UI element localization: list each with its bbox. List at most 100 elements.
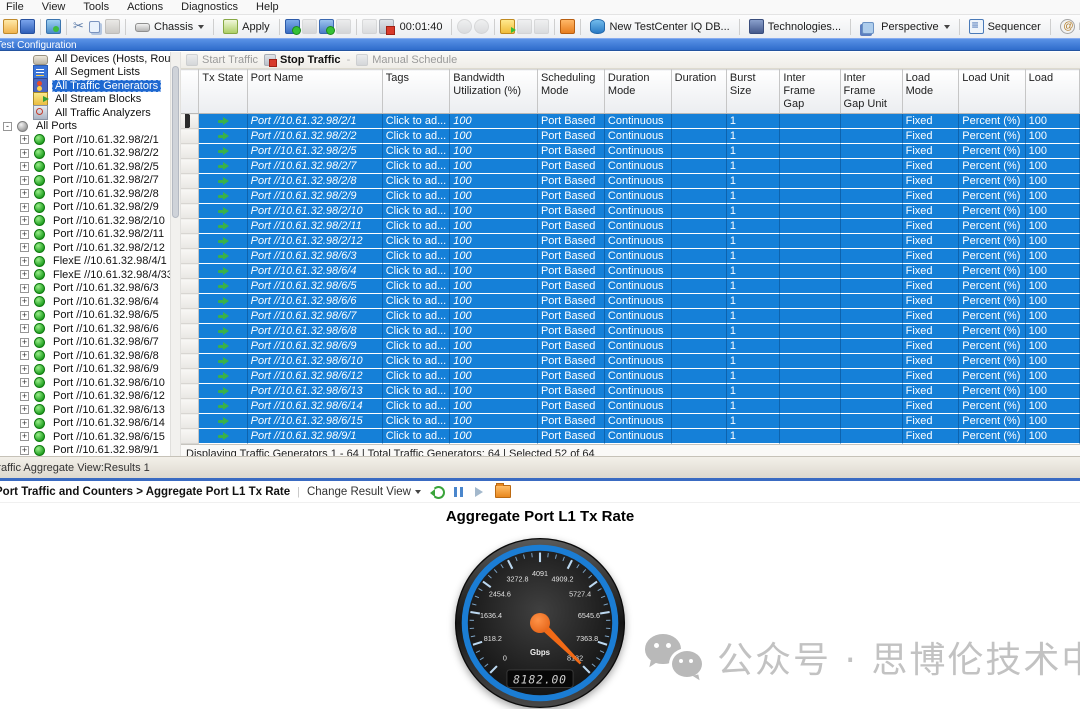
row-header-cell[interactable] [181,219,199,234]
duration-cell[interactable] [671,279,726,294]
load-mode-cell[interactable]: Fixed [902,309,959,324]
inter-frame-gap-cell[interactable] [780,369,840,384]
duration-cell[interactable] [671,414,726,429]
tags-cell[interactable]: Click to ad... [382,369,450,384]
load-mode-cell[interactable]: Fixed [902,339,959,354]
port-name-cell[interactable]: Port //10.61.32.98/6/5 [247,279,382,294]
inter-frame-gap-unit-cell[interactable] [840,159,902,174]
scheduling-mode-cell[interactable]: Port Based [537,219,604,234]
row-header-cell[interactable] [181,129,199,144]
tree-item[interactable]: +Port //10.61.32.98/6/10 [0,376,170,390]
plus-expander-icon[interactable]: + [20,432,29,441]
inter-frame-gap-unit-cell[interactable] [840,339,902,354]
inter-frame-gap-cell[interactable] [780,324,840,339]
minus-expander-icon[interactable]: - [3,122,12,131]
inter-frame-gap-unit-cell[interactable] [840,279,902,294]
menu-help[interactable]: Help [247,1,288,13]
bandwidth-utilization-cell[interactable]: 100 [450,399,538,414]
duration-cell[interactable] [671,144,726,159]
plus-expander-icon[interactable]: + [20,324,29,333]
scheduling-mode-cell[interactable]: Port Based [537,264,604,279]
plus-expander-icon[interactable]: + [20,311,29,320]
load-cell[interactable]: 100 [1025,279,1079,294]
row-header-cell[interactable] [181,114,199,129]
load-cell[interactable]: 100 [1025,189,1079,204]
load-unit-cell[interactable]: Percent (%) [959,204,1025,219]
bandwidth-utilization-cell[interactable]: 100 [450,264,538,279]
bandwidth-utilization-cell[interactable]: 100 [450,309,538,324]
load-cell[interactable]: 100 [1025,369,1079,384]
duration-cell[interactable] [671,219,726,234]
inter-frame-gap-cell[interactable] [780,279,840,294]
column-header[interactable]: Inter Frame Gap Unit [840,70,902,114]
duration-mode-cell[interactable]: Continuous [604,159,671,174]
table-row[interactable]: Port //10.61.32.98/6/7Click to ad...100P… [181,309,1080,324]
column-header[interactable]: Port Name [247,70,382,114]
tree-item[interactable]: +FlexE //10.61.32.98/4/33 [0,268,170,282]
menu-view[interactable]: View [33,1,75,13]
plus-expander-icon[interactable]: + [20,162,29,171]
row-header-cell[interactable] [181,309,199,324]
inter-frame-gap-unit-cell[interactable] [840,414,902,429]
tree-item[interactable]: +Port //10.61.32.98/6/15 [0,430,170,444]
burst-size-cell[interactable]: 1 [726,114,779,129]
bandwidth-utilization-cell[interactable]: 100 [450,414,538,429]
tree-item[interactable]: +Port //10.61.32.98/9/1 [0,444,170,457]
port-name-cell[interactable]: Port //10.61.32.98/2/2 [247,129,382,144]
tags-cell[interactable]: Click to ad... [382,159,450,174]
load-unit-cell[interactable]: Percent (%) [959,264,1025,279]
table-row[interactable]: Port //10.61.32.98/6/3Click to ad...100P… [181,249,1080,264]
load-mode-cell[interactable]: Fixed [902,294,959,309]
plus-expander-icon[interactable]: + [20,270,29,279]
reserve-ports-icon[interactable] [319,19,334,34]
inter-frame-gap-unit-cell[interactable] [840,144,902,159]
table-row[interactable]: Port //10.61.32.98/6/12Click to ad...100… [181,369,1080,384]
port-name-cell[interactable]: Port //10.61.32.98/6/15 [247,414,382,429]
duration-mode-cell[interactable]: Continuous [604,129,671,144]
burst-size-cell[interactable]: 1 [726,144,779,159]
table-row[interactable]: Port //10.61.32.98/2/8Click to ad...100P… [181,174,1080,189]
column-header[interactable]: Bandwidth Utilization (%) [450,70,538,114]
tree-item[interactable]: +Port //10.61.32.98/2/8 [0,187,170,201]
load-unit-cell[interactable]: Percent (%) [959,414,1025,429]
load-unit-cell[interactable]: Percent (%) [959,399,1025,414]
load-unit-cell[interactable]: Percent (%) [959,429,1025,444]
tags-cell[interactable]: Click to ad... [382,399,450,414]
duration-mode-cell[interactable]: Continuous [604,279,671,294]
bandwidth-utilization-cell[interactable]: 100 [450,159,538,174]
apply-button[interactable]: Apply [219,18,274,35]
bandwidth-utilization-cell[interactable]: 100 [450,249,538,264]
row-header-cell[interactable] [181,159,199,174]
scheduling-mode-cell[interactable]: Port Based [537,174,604,189]
load-cell[interactable]: 100 [1025,429,1079,444]
open-report-icon[interactable] [495,485,511,498]
duration-cell[interactable] [671,129,726,144]
port-name-cell[interactable]: Port //10.61.32.98/2/8 [247,174,382,189]
inter-frame-gap-cell[interactable] [780,339,840,354]
chassis-button[interactable]: Chassis [131,20,208,34]
bandwidth-utilization-cell[interactable]: 100 [450,129,538,144]
inter-frame-gap-cell[interactable] [780,354,840,369]
plus-expander-icon[interactable]: + [20,216,29,225]
tags-cell[interactable]: Click to ad... [382,264,450,279]
scheduling-mode-cell[interactable]: Port Based [537,144,604,159]
column-header[interactable]: Tx State [199,70,247,114]
inter-frame-gap-unit-cell[interactable] [840,294,902,309]
plus-expander-icon[interactable]: + [20,203,29,212]
tags-cell[interactable]: Click to ad... [382,354,450,369]
menu-actions[interactable]: Actions [118,1,172,13]
scheduling-mode-cell[interactable]: Port Based [537,384,604,399]
change-result-view-button[interactable]: Change Result View [307,486,421,498]
inter-frame-gap-unit-cell[interactable] [840,324,902,339]
column-header[interactable]: Load Unit [959,70,1025,114]
inter-frame-gap-unit-cell[interactable] [840,189,902,204]
inter-frame-gap-unit-cell[interactable] [840,219,902,234]
tree-item[interactable]: +Port //10.61.32.98/2/7 [0,174,170,188]
port-name-cell[interactable]: Port //10.61.32.98/2/7 [247,159,382,174]
column-header[interactable]: Duration [671,70,726,114]
bandwidth-utilization-cell[interactable]: 100 [450,294,538,309]
play-results-icon[interactable] [475,487,483,497]
load-mode-cell[interactable]: Fixed [902,129,959,144]
load-mode-cell[interactable]: Fixed [902,144,959,159]
duration-mode-cell[interactable]: Continuous [604,204,671,219]
